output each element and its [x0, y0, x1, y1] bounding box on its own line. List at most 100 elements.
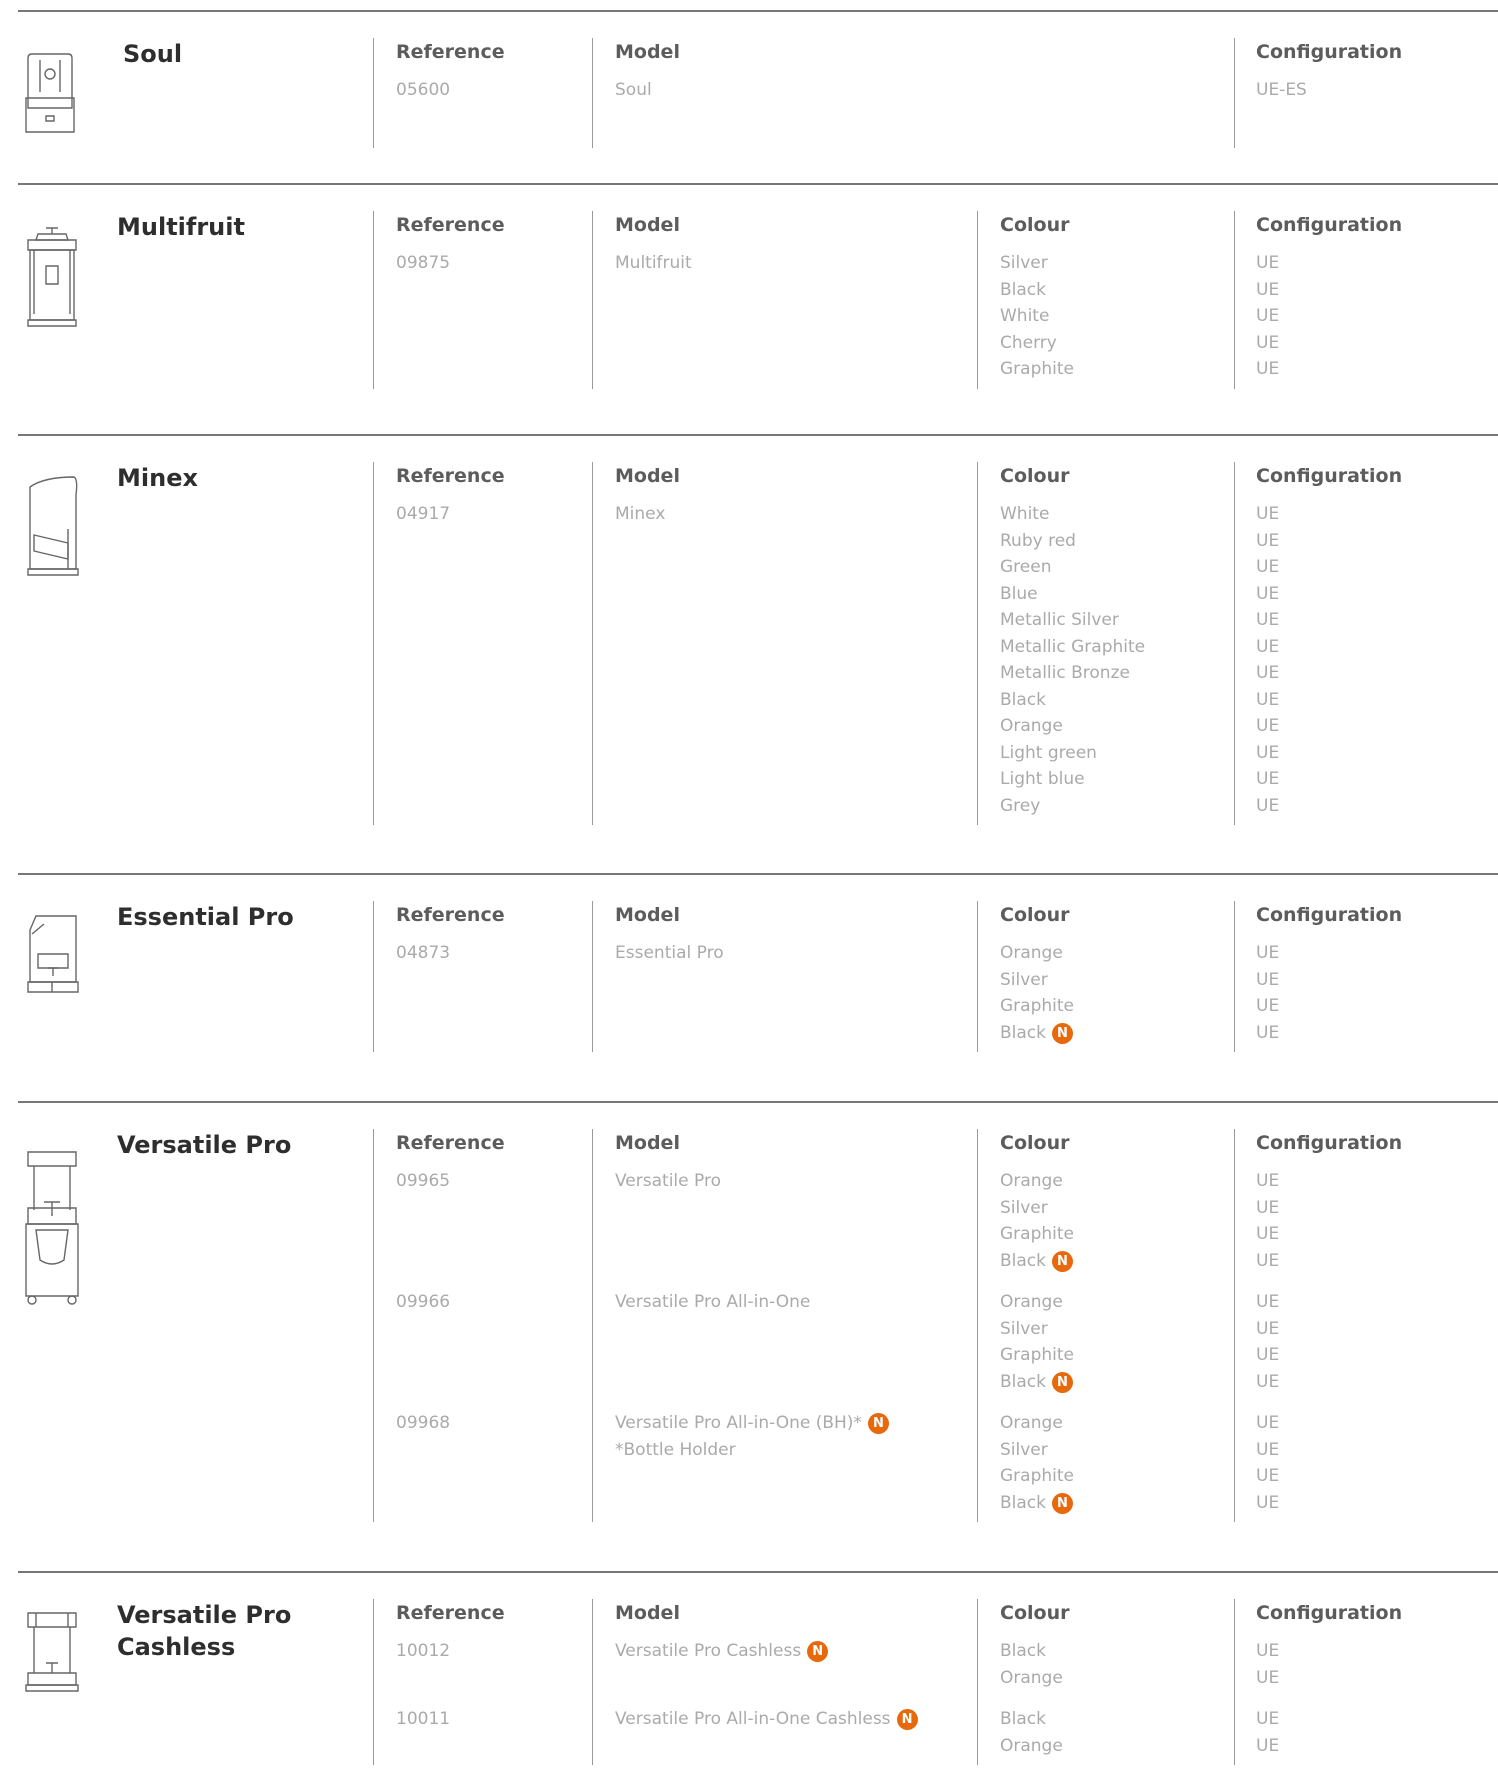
- configuration-list: UE-ES: [1256, 77, 1307, 104]
- column-header-reference: Reference: [396, 1602, 505, 1624]
- configuration-value: UE: [1256, 1171, 1280, 1191]
- configuration-value: UE: [1256, 1667, 1280, 1688]
- configuration-value: UE-ES: [1256, 80, 1307, 100]
- configuration-value: UE: [1256, 359, 1280, 379]
- configuration-value: UE: [1256, 1371, 1280, 1392]
- colour-name: Black: [1000, 689, 1046, 710]
- configuration-value: UE: [1256, 253, 1280, 273]
- colour-name: Blue: [1000, 583, 1038, 604]
- configuration-value: UE: [1256, 557, 1280, 577]
- reference-value: 05600: [396, 80, 451, 100]
- column-header-model: Model: [615, 214, 680, 236]
- column-separator: [592, 901, 593, 1052]
- colour-name: Black: [1000, 1492, 1046, 1513]
- colour-item: Black N: [1000, 1020, 1074, 1047]
- configuration-value: UE: [1256, 716, 1280, 736]
- reference-value: 10012: [396, 1641, 451, 1661]
- configuration-value: UE: [1256, 1292, 1280, 1312]
- colour-item: Black: [1000, 1638, 1063, 1665]
- configuration-value: UE: [1256, 663, 1280, 683]
- column-header-configuration: Configuration: [1256, 1132, 1403, 1154]
- versatile-pro-juicer-icon: [24, 1150, 80, 1306]
- configuration-value: UE: [1256, 279, 1280, 300]
- colour-name: Black: [1000, 1641, 1046, 1661]
- colour-name: Metallic Graphite: [1000, 636, 1146, 657]
- colour-item: Black: [1000, 1706, 1063, 1733]
- model-text: Versatile Pro All-in-One Cashless: [615, 1709, 891, 1729]
- new-badge: N: [1052, 1250, 1073, 1272]
- column-separator: [592, 462, 593, 825]
- model-line: Versatile Pro All-in-One: [615, 1292, 811, 1312]
- colour-list: Orange Silver Graphite Black N: [1000, 1289, 1074, 1395]
- configuration-value: UE: [1256, 1250, 1280, 1271]
- new-badge: N: [1052, 1492, 1073, 1514]
- colour-item: Orange: [1000, 940, 1074, 967]
- model-text: Versatile Pro Cashless: [615, 1641, 802, 1661]
- minex-juicer-icon: [24, 475, 80, 579]
- section-divider: [18, 1571, 1498, 1573]
- product-name: Versatile Pro: [117, 1131, 292, 1159]
- colour-name: Orange: [1000, 1171, 1063, 1191]
- new-badge: N: [807, 1641, 829, 1662]
- model-name: Versatile Pro: [615, 1168, 721, 1195]
- column-header-configuration: Configuration: [1256, 214, 1403, 236]
- configuration-value: UE: [1256, 1641, 1280, 1661]
- column-separator: [1234, 38, 1235, 148]
- configuration-list: UE UE UE UE: [1256, 1289, 1279, 1395]
- colour-name: White: [1000, 306, 1050, 326]
- configuration-value: UE: [1256, 1318, 1280, 1339]
- colour-name: Silver: [1000, 1318, 1048, 1339]
- column-separator: [373, 1129, 374, 1522]
- colour-item: Graphite: [1000, 993, 1074, 1020]
- colour-list: White Ruby red Green Blue Metallic Silver Met…: [1000, 501, 1145, 819]
- colour-list: Orange Silver Graphite Black N: [1000, 940, 1074, 1046]
- versatile-pro-cashless-juicer-icon: [24, 1611, 80, 1697]
- colour-item: Silver: [1000, 250, 1074, 277]
- section-divider: [18, 10, 1498, 12]
- column-header-model: Model: [615, 465, 680, 487]
- configuration-value: UE: [1256, 504, 1280, 524]
- colour-name: Black: [1000, 1022, 1046, 1043]
- model-name: Versatile Pro All-in-One: [615, 1289, 810, 1316]
- model-line-with-badge: Versatile Pro All-in-One (BH)* N: [615, 1410, 889, 1437]
- colour-item: Black: [1000, 277, 1074, 304]
- colour-item: Black N: [1000, 1490, 1074, 1517]
- colour-item: Black N: [1000, 1369, 1074, 1396]
- section-divider: [18, 183, 1498, 185]
- column-separator: [1234, 1599, 1235, 1765]
- colour-item: Orange: [1000, 1289, 1074, 1316]
- colour-name: Silver: [1000, 1197, 1048, 1218]
- column-header-reference: Reference: [396, 1132, 505, 1154]
- column-separator: [592, 38, 593, 148]
- soul-juicer-icon: [24, 52, 80, 136]
- column-header-colour: Colour: [1000, 465, 1070, 487]
- column-separator: [977, 211, 978, 389]
- column-separator: [373, 901, 374, 1052]
- colour-name: Black: [1000, 1709, 1046, 1729]
- model-line: Essential Pro: [615, 943, 724, 963]
- product-name: Multifruit: [117, 213, 245, 241]
- colour-item: Orange: [1000, 1410, 1074, 1437]
- colour-item: Black N: [1000, 1248, 1074, 1275]
- column-separator: [592, 211, 593, 389]
- colour-item: White: [1000, 303, 1074, 330]
- configuration-value: UE: [1256, 583, 1280, 604]
- colour-item: Green: [1000, 554, 1145, 581]
- colour-item: Light blue: [1000, 766, 1145, 793]
- new-badge: N: [1052, 1022, 1073, 1044]
- model-name: Soul: [615, 77, 652, 104]
- colour-item: Graphite: [1000, 1221, 1074, 1248]
- colour-item: Graphite: [1000, 1342, 1074, 1369]
- column-separator: [977, 1129, 978, 1522]
- column-header-model: Model: [615, 1132, 680, 1154]
- section-divider: [18, 434, 1498, 436]
- configuration-value: UE: [1256, 1345, 1280, 1365]
- configuration-value: UE: [1256, 1224, 1280, 1244]
- essential-pro-juicer-icon: [24, 912, 80, 998]
- configuration-value: UE: [1256, 636, 1280, 657]
- reference-number: 09965: [396, 1168, 450, 1195]
- colour-name: Orange: [1000, 1292, 1063, 1312]
- colour-item: Orange: [1000, 1168, 1074, 1195]
- reference-value: 10011: [396, 1709, 451, 1729]
- column-header-colour: Colour: [1000, 214, 1070, 236]
